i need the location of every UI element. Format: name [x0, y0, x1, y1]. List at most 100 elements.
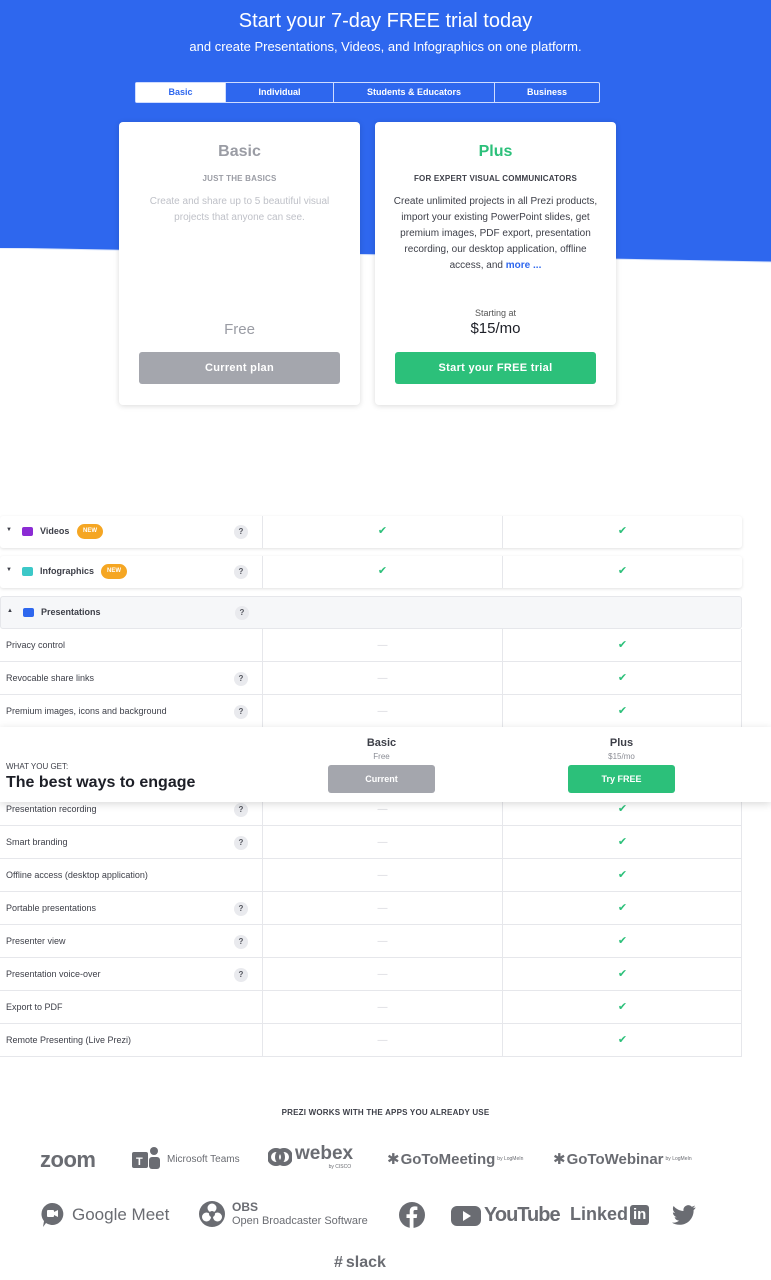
feature-label: Revocable share links: [6, 673, 95, 683]
plan-tagline: FOR EXPERT VISUAL COMMUNICATORS: [413, 174, 578, 183]
tab-business[interactable]: Business: [495, 83, 599, 102]
plan-tabs: Basic Individual Students & Educators Bu…: [135, 82, 600, 103]
twitter-logo: [672, 1205, 696, 1225]
feature-row: Offline access (desktop application) — ✔: [0, 859, 742, 892]
plan-tagline: JUST THE BASICS: [202, 174, 277, 183]
google-meet-label: Google Meet: [72, 1205, 170, 1224]
gotowebinar-star-icon: ✱: [553, 1151, 566, 1168]
try-free-button[interactable]: Try FREE: [568, 765, 675, 793]
help-icon[interactable]: ?: [234, 565, 248, 579]
tab-individual[interactable]: Individual: [226, 83, 334, 102]
youtube-label: YouTube: [484, 1204, 561, 1226]
tab-basic[interactable]: Basic: [136, 83, 226, 102]
zoom-logo: zoom: [40, 1147, 96, 1172]
category-name: Infographics: [40, 566, 95, 576]
gotomeeting-label: GoToMeeting: [400, 1150, 496, 1168]
webex-by-cisco: by CISCO: [328, 1164, 352, 1170]
check-icon: ✔: [502, 695, 742, 727]
sticky-plus-column: Plus $15/mo Try FREE: [568, 727, 675, 793]
feature-label: Presenter view: [6, 936, 66, 946]
check-icon: ✔: [502, 1024, 742, 1056]
feature-row: Portable presentations? — ✔: [0, 892, 742, 925]
dash-icon: —: [262, 826, 502, 858]
plan-name: Basic: [366, 737, 397, 749]
webex-icon: [268, 1148, 292, 1166]
help-icon[interactable]: ?: [234, 967, 248, 982]
google-meet-icon: [41, 1202, 64, 1227]
plan-price: Free: [373, 752, 390, 761]
caret-down-icon: ▼: [6, 527, 12, 533]
feature-row: Smart branding? — ✔: [0, 826, 742, 859]
microsoft-teams-logo: T Microsoft Teams: [130, 1146, 240, 1172]
feature-row: Presentation voice-over? — ✔: [0, 958, 742, 991]
plan-name: Basic: [218, 143, 261, 160]
compare-headline: The best ways to engage: [6, 774, 196, 791]
linkedin-logo: Linked in: [570, 1204, 650, 1225]
svg-text:T: T: [136, 1156, 143, 1168]
dash-icon: —: [262, 662, 502, 694]
feature-label: Remote Presenting (Live Prezi): [6, 1035, 132, 1045]
dash-icon: —: [262, 1024, 502, 1056]
slack-label: slack: [345, 1254, 386, 1271]
plan-price: $15/mo: [470, 320, 521, 337]
presentation-icon: [23, 608, 34, 617]
help-icon[interactable]: ?: [234, 934, 248, 949]
current-button[interactable]: Current: [328, 765, 435, 793]
plan-description: Create unlimited projects in all Prezi p…: [391, 194, 601, 274]
facebook-icon: [399, 1202, 425, 1228]
help-icon[interactable]: ?: [234, 901, 248, 916]
slack-logo: # slack: [334, 1254, 386, 1272]
feature-label: Premium images, icons and background: [6, 706, 167, 716]
feature-row: Remote Presenting (Live Prezi) — ✔: [0, 1024, 742, 1057]
category-videos[interactable]: ▼ Videos NEW ? ✔ ✔: [0, 516, 742, 548]
linkedin-label: Linked: [570, 1204, 629, 1224]
webex-label: webex: [295, 1143, 354, 1164]
gotomeeting-logo: ✱ GoToMeeting by LogMeIn: [387, 1150, 527, 1169]
video-camera-icon: [22, 527, 33, 536]
plan-card-basic: Basic JUST THE BASICS Create and share u…: [119, 122, 360, 405]
category-presentations[interactable]: ▲ Presentations ?: [0, 596, 742, 629]
youtube-icon: [451, 1205, 481, 1226]
starting-at-label: Starting at: [474, 308, 517, 318]
youtube-logo: YouTube: [451, 1204, 561, 1227]
check-icon: ✔: [502, 629, 742, 661]
feature-label: Smart branding: [6, 837, 68, 847]
infographic-icon: [22, 567, 33, 576]
sticky-basic-column: Basic Free Current: [328, 727, 435, 793]
dash-icon: —: [262, 958, 502, 990]
what-you-get-label: WHAT YOU GET:: [6, 762, 69, 771]
help-icon[interactable]: ?: [234, 525, 248, 539]
feature-label: Offline access (desktop application): [6, 870, 148, 880]
gotomeeting-by-logmein: by LogMeIn: [497, 1156, 524, 1162]
dash-icon: —: [262, 892, 502, 924]
obs-logo: OBS Open Broadcaster Software: [198, 1200, 368, 1228]
current-plan-button[interactable]: Current plan: [139, 352, 340, 384]
check-icon: ✔: [502, 892, 742, 924]
check-icon: ✔: [502, 925, 742, 957]
check-icon: ✔: [502, 859, 742, 891]
tab-students-educators[interactable]: Students & Educators: [334, 83, 495, 102]
category-name: Presentations: [41, 607, 101, 617]
obs-full-label: Open Broadcaster Software: [232, 1214, 368, 1227]
help-icon[interactable]: ?: [235, 606, 249, 620]
obs-icon: [199, 1201, 225, 1227]
help-icon[interactable]: ?: [234, 671, 248, 686]
google-meet-logo: Google Meet: [40, 1202, 169, 1228]
feature-label: Portable presentations: [6, 903, 97, 913]
new-badge: NEW: [101, 564, 127, 579]
help-icon[interactable]: ?: [234, 704, 248, 719]
more-link[interactable]: more ...: [506, 260, 542, 271]
twitter-icon: [672, 1205, 696, 1225]
slack-hash-icon: #: [334, 1254, 343, 1271]
plan-description: Create and share up to 5 beautiful visua…: [149, 196, 330, 223]
plan-name: Plus: [609, 737, 634, 749]
check-icon: ✔: [502, 958, 742, 990]
category-infographics[interactable]: ▼ Infographics NEW ? ✔ ✔: [0, 556, 742, 588]
feature-label: Privacy control: [6, 640, 66, 650]
start-free-trial-button[interactable]: Start your FREE trial: [395, 352, 596, 384]
help-icon[interactable]: ?: [234, 802, 248, 817]
teams-label: Microsoft Teams: [167, 1153, 240, 1165]
linkedin-in-icon: in: [630, 1204, 650, 1225]
help-icon[interactable]: ?: [234, 835, 248, 850]
apps-section-title: PREZI WORKS WITH THE APPS YOU ALREADY US…: [281, 1108, 490, 1117]
